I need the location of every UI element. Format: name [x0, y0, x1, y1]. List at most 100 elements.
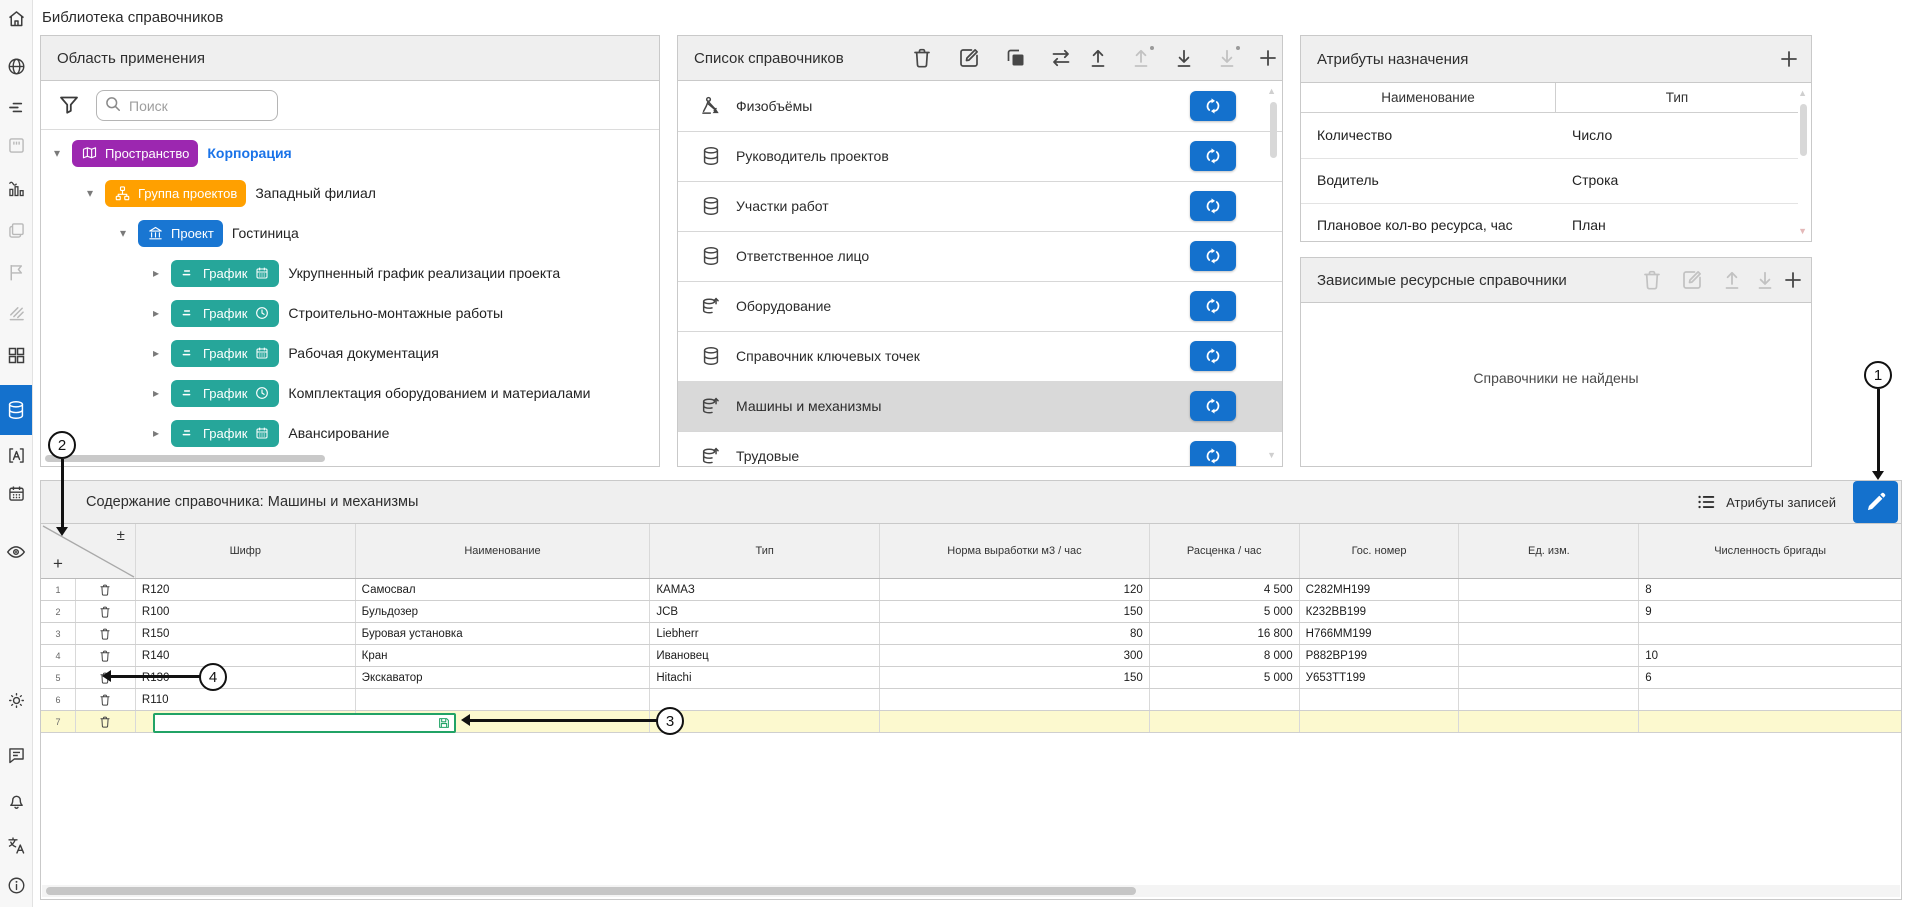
caret-down-icon[interactable]: ▾ — [117, 226, 129, 240]
cell-name[interactable]: Буровая установка — [356, 623, 651, 644]
table-row[interactable]: 3 R150 Буровая установка Liebherr 80 16 … — [41, 623, 1901, 645]
sync-button[interactable] — [1190, 291, 1236, 321]
attr-row-planovoe[interactable]: Плановое кол-во ресурса, час План — [1301, 203, 1798, 242]
delete-row-button[interactable] — [76, 623, 136, 644]
cell-price[interactable] — [1150, 689, 1300, 710]
add-row-button[interactable]: + — [53, 554, 63, 574]
cell-type[interactable] — [650, 711, 880, 732]
tree-item-space[interactable]: ▾ Пространство Корпорация — [51, 137, 292, 169]
edit-mode-button[interactable] — [1853, 481, 1898, 523]
nav-home[interactable] — [0, 0, 32, 36]
cell-name[interactable]: Бульдозер — [356, 601, 651, 622]
column-header-rate[interactable]: Норма выработки м3 / час — [880, 524, 1150, 578]
caret-down-icon[interactable]: ▾ — [84, 186, 96, 200]
cell-unit[interactable] — [1459, 601, 1639, 622]
download-button[interactable] — [1172, 46, 1196, 70]
sync-button[interactable] — [1190, 141, 1236, 171]
delete-row-button[interactable] — [76, 601, 136, 622]
tree-item-label[interactable]: Комплектация оборудованием и материалами — [288, 385, 590, 401]
cell-type[interactable]: КАМАЗ — [650, 579, 880, 600]
delete-button-disabled[interactable] — [1640, 268, 1664, 292]
download-dot-button[interactable] — [1215, 46, 1239, 70]
column-header-name[interactable]: Наименование — [1301, 83, 1556, 113]
vertical-scrollbar[interactable] — [1270, 102, 1277, 158]
cell-unit[interactable] — [1459, 689, 1639, 710]
edit-button-disabled[interactable] — [1680, 268, 1704, 292]
cell-crew[interactable] — [1639, 711, 1901, 732]
cell-rate[interactable] — [880, 711, 1150, 732]
tree-item-project-group[interactable]: ▾ Группа проектов Западный филиал — [84, 177, 376, 209]
cell-type[interactable] — [650, 689, 880, 710]
nav-calendar[interactable] — [0, 475, 32, 511]
cell-code[interactable]: R100 — [136, 601, 356, 622]
cell-plate[interactable]: Н766ММ199 — [1300, 623, 1460, 644]
sync-button[interactable] — [1190, 241, 1236, 271]
record-attributes-button[interactable]: Атрибуты записей — [1695, 491, 1836, 513]
table-row[interactable]: 6 R110 — [41, 689, 1901, 711]
add-dependent-button[interactable] — [1781, 268, 1805, 292]
cell-crew[interactable]: 10 — [1639, 645, 1901, 666]
cell-rate[interactable]: 300 — [880, 645, 1150, 666]
scroll-down-arrow[interactable]: ▼ — [1267, 450, 1276, 460]
cell-rate[interactable]: 80 — [880, 623, 1150, 644]
scroll-up-arrow[interactable]: ▲ — [1798, 88, 1807, 98]
list-item-rukovoditel[interactable]: Руководитель проектов — [678, 131, 1282, 182]
nav-glossary[interactable] — [0, 437, 32, 473]
cell-price[interactable] — [1150, 711, 1300, 732]
cell-crew[interactable] — [1639, 623, 1901, 644]
nav-notifications[interactable] — [0, 782, 32, 818]
table-row-deleting[interactable]: 5 R130 Экскаватор Hitachi 150 5 000 У653… — [41, 667, 1901, 689]
filter-funnel-icon[interactable] — [57, 93, 81, 117]
list-item-uchastki[interactable]: Участки работ — [678, 181, 1282, 232]
nav-info[interactable] — [0, 867, 32, 903]
cell-name[interactable]: Самосвал — [356, 579, 651, 600]
scroll-down-arrow[interactable]: ▼ — [1798, 226, 1807, 236]
cell-code[interactable]: R110 — [136, 689, 356, 710]
upload-button[interactable] — [1086, 46, 1110, 70]
tree-item-label[interactable]: Укрупненный график реализации проекта — [288, 265, 560, 281]
cell-code[interactable]: R120 — [136, 579, 356, 600]
add-button[interactable] — [1256, 46, 1280, 70]
tree-item-project[interactable]: ▾ Проект Гостиница — [117, 217, 299, 249]
cell-code[interactable]: R140 — [136, 645, 356, 666]
cell-rate[interactable]: 150 — [880, 667, 1150, 688]
cell-rate[interactable]: 120 — [880, 579, 1150, 600]
tree-item-label[interactable]: Авансирование — [288, 425, 389, 441]
cell-price[interactable]: 5 000 — [1150, 601, 1300, 622]
tree-item-label[interactable]: Рабочая документация — [288, 345, 438, 361]
list-item-otvetstvennoe[interactable]: Ответственное лицо — [678, 231, 1282, 282]
column-header-price[interactable]: Расценка / час — [1150, 524, 1300, 578]
cell-rate[interactable]: 150 — [880, 601, 1150, 622]
list-item-mashiny-selected[interactable]: Машины и механизмы — [678, 381, 1282, 432]
horizontal-scrollbar[interactable] — [46, 887, 1136, 895]
tree-item-schedule-3[interactable]: ▸ График Рабочая документация — [150, 337, 439, 369]
edit-button[interactable] — [957, 46, 981, 70]
cell-unit[interactable] — [1459, 645, 1639, 666]
cell-crew[interactable]: 9 — [1639, 601, 1901, 622]
attr-row-kolichestvo[interactable]: Количество Число — [1301, 113, 1798, 159]
add-attribute-button[interactable] — [1777, 47, 1801, 71]
caret-right-icon[interactable]: ▸ — [150, 426, 162, 440]
nav-translate[interactable] — [0, 827, 32, 863]
download-button-disabled[interactable] — [1753, 268, 1777, 292]
tree-item-schedule-5[interactable]: ▸ График Авансирование — [150, 417, 389, 449]
tree-item-label[interactable]: Корпорация — [207, 145, 291, 161]
expand-collapse-control[interactable]: ± — [117, 527, 125, 544]
cell-type[interactable]: Liebherr — [650, 623, 880, 644]
nav-globe[interactable] — [0, 48, 32, 84]
cell-code[interactable]: R150 — [136, 623, 356, 644]
cell-plate[interactable]: С282МН199 — [1300, 579, 1460, 600]
tree-item-label[interactable]: Западный филиал — [255, 185, 376, 201]
nav-database-active[interactable] — [0, 385, 32, 435]
tree-item-label[interactable]: Гостиница — [232, 225, 299, 241]
cell-unit[interactable] — [1459, 667, 1639, 688]
cell-unit[interactable] — [1459, 711, 1639, 732]
sync-button[interactable] — [1190, 91, 1236, 121]
cell-price[interactable]: 16 800 — [1150, 623, 1300, 644]
delete-row-button[interactable] — [76, 645, 136, 666]
cell-plate[interactable]: У653ТТ199 — [1300, 667, 1460, 688]
list-item-klyuchevye-tochki[interactable]: Справочник ключевых точек — [678, 331, 1282, 382]
vertical-scrollbar[interactable] — [1800, 104, 1807, 156]
cell-plate[interactable]: Р882ВР199 — [1300, 645, 1460, 666]
column-header-plate[interactable]: Гос. номер — [1300, 524, 1460, 578]
